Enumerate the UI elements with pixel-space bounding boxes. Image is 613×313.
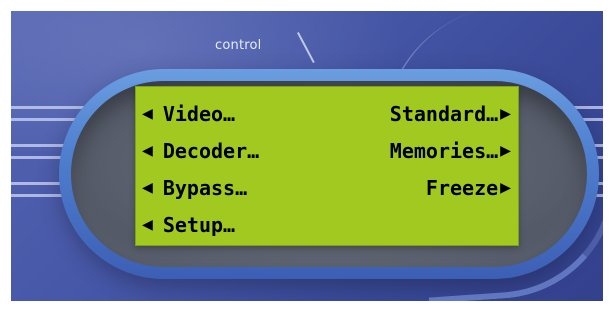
menu-row: ◀ Decoder… Memories… ▶ — [136, 135, 518, 167]
menu-item-label: Setup… — [162, 213, 236, 237]
menu-row: ◀ Bypass… Freeze ▶ — [136, 172, 518, 204]
left-arrow-icon: ◀ — [142, 140, 153, 161]
left-arrow-icon: ◀ — [142, 103, 153, 124]
menu-item-bypass[interactable]: ◀ Bypass… — [142, 172, 247, 204]
lcd-menu-display: ◀ Video… Standard… ▶ ◀ Decoder… Memories… ▶ … — [135, 86, 519, 246]
right-arrow-icon: ▶ — [500, 177, 511, 198]
menu-item-label: Decoder… — [162, 139, 260, 163]
menu-item-label: Video… — [162, 102, 236, 126]
menu-item-label: Standard… — [389, 102, 499, 126]
left-arrow-icon: ◀ — [142, 214, 153, 235]
menu-item-setup[interactable]: ◀ Setup… — [142, 209, 235, 241]
menu-item-freeze[interactable]: Freeze ▶ — [426, 172, 511, 204]
right-arrow-icon: ▶ — [500, 103, 511, 124]
control-title: control — [215, 38, 262, 53]
menu-item-label: Bypass… — [162, 176, 248, 200]
menu-item-standard[interactable]: Standard… ▶ — [390, 98, 511, 130]
menu-item-label: Memories… — [389, 139, 499, 163]
menu-row: ◀ Setup… — [136, 209, 518, 241]
left-arrow-icon: ◀ — [142, 177, 153, 198]
menu-row: ◀ Video… Standard… ▶ — [136, 98, 518, 130]
menu-item-label: Freeze — [425, 176, 499, 200]
menu-item-decoder[interactable]: ◀ Decoder… — [142, 135, 259, 167]
right-arrow-icon: ▶ — [500, 140, 511, 161]
menu-item-memories[interactable]: Memories… ▶ — [390, 135, 511, 167]
menu-item-video[interactable]: ◀ Video… — [142, 98, 235, 130]
control-window: control ◀ Video… Standard… ▶ ◀ Decoder… Mem… — [0, 0, 613, 313]
